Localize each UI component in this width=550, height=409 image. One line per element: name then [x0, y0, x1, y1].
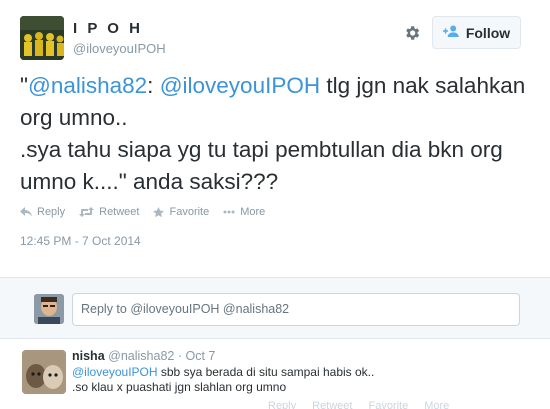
tweet-timestamp[interactable]: 12:45 PM - 7 Oct 2014: [20, 234, 141, 248]
reply-tweet-reply-button[interactable]: Reply: [268, 400, 296, 409]
retweet-label: Retweet: [99, 206, 140, 218]
reply-tweet-more-button[interactable]: More: [424, 400, 449, 409]
profile-username[interactable]: @iloveyouIPOH: [73, 41, 166, 56]
reply-mentions: @iloveyouIPOH @nalisha82: [130, 302, 290, 316]
open-quote: ": [20, 73, 28, 98]
favorite-label: Favorite: [169, 206, 210, 218]
reply-area: Reply to @iloveyouIPOH @nalisha82: [0, 277, 550, 339]
mention-link[interactable]: @nalisha82: [28, 73, 147, 98]
gear-icon[interactable]: [403, 24, 421, 42]
reply-tweet-handle[interactable]: @nalisha82: [108, 349, 174, 363]
more-dots-icon: [223, 210, 235, 214]
favorite-button[interactable]: Favorite: [153, 206, 209, 218]
reply-tweet-actions: Reply Retweet Favorite More: [268, 400, 449, 409]
reply-tweet-avatar[interactable]: [22, 350, 66, 394]
retweet-button[interactable]: Retweet: [79, 206, 139, 218]
current-user-avatar: [34, 294, 64, 324]
reply-input[interactable]: Reply to @iloveyouIPOH @nalisha82: [72, 293, 520, 326]
reply-prefix: Reply to: [81, 302, 131, 316]
reply-tweet-date[interactable]: Oct 7: [185, 349, 215, 363]
tweet-actions: Reply Retweet Favorite More: [20, 206, 265, 218]
profile-avatar[interactable]: [20, 16, 64, 60]
reply-tweet: nisha @nalisha82 · Oct 7 @iloveyouIPOH s…: [0, 340, 550, 409]
more-label: More: [240, 206, 266, 218]
follow-button[interactable]: Follow: [432, 16, 521, 49]
reply-tweet-header: nisha @nalisha82 · Oct 7: [72, 349, 215, 363]
reply-tweet-favorite-button[interactable]: Favorite: [368, 400, 408, 409]
reply-icon: [20, 207, 32, 217]
follow-label: Follow: [465, 24, 511, 41]
mention-link[interactable]: @iloveyouIPOH: [160, 73, 320, 98]
reply-label: Reply: [37, 206, 66, 218]
reply-tweet-retweet-button[interactable]: Retweet: [312, 400, 352, 409]
separator-text: :: [147, 73, 160, 98]
reply-button[interactable]: Reply: [20, 206, 65, 218]
tweet-header: I P O H @iloveyouIPOH Follow: [20, 16, 530, 62]
profile-fullname[interactable]: I P O H: [73, 20, 143, 37]
reply-tweet-line-2: .so klau x puashati jgn slahlan org umno: [72, 380, 287, 394]
more-button[interactable]: More: [223, 206, 265, 218]
reply-tweet-name[interactable]: nisha: [72, 349, 105, 363]
tweet-text: "@nalisha82: @iloveyouIPOH tlg jgn nak s…: [20, 70, 530, 198]
follow-user-icon: [442, 25, 460, 41]
dot-separator: ·: [174, 349, 186, 363]
star-icon: [153, 206, 165, 217]
reply-tweet-text: @iloveyouIPOH sbb sya berada di situ sam…: [72, 365, 512, 395]
reply-tweet-line-1: @iloveyouIPOH sbb sya berada di situ sam…: [72, 365, 512, 380]
reply-tweet-line-1-text: sbb sya berada di situ sampai habis ok..: [157, 365, 375, 379]
mention-link[interactable]: @iloveyouIPOH: [72, 365, 158, 379]
retweet-icon: [79, 207, 95, 217]
